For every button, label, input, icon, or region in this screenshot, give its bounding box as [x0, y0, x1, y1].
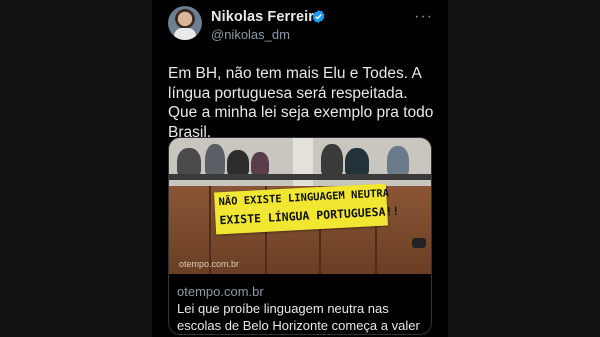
link-headline[interactable]: Lei que proíbe linguagem neutra nas esco… [177, 301, 425, 334]
author-name[interactable]: Nikolas Ferreira [211, 9, 322, 25]
verified-badge-icon [312, 9, 325, 24]
more-options-icon[interactable]: ··· [414, 8, 433, 26]
avatar[interactable] [168, 6, 202, 40]
tweet-text: Em BH, não tem mais Elu e Todes. A língu… [168, 65, 434, 141]
camera-icon [412, 238, 426, 248]
left-backdrop [0, 0, 152, 337]
link-preview-card[interactable]: NÃO EXISTE LINGUAGEM NEUTRA EXISTE LÍNGU… [168, 137, 432, 335]
protest-banner: NÃO EXISTE LINGUAGEM NEUTRA EXISTE LÍNGU… [214, 183, 400, 235]
tweet-card: Nikolas Ferreira @nikolas_dm ··· Em BH, … [152, 0, 448, 337]
banner-line2: EXISTE LÍNGUA PORTUGUESA!! [219, 203, 400, 228]
link-preview-image: NÃO EXISTE LINGUAGEM NEUTRA EXISTE LÍNGU… [169, 138, 431, 274]
link-domain: otempo.com.br [177, 284, 264, 299]
author-handle[interactable]: @nikolas_dm [211, 27, 290, 42]
image-watermark: otempo.com.br [179, 259, 240, 269]
right-backdrop [448, 0, 600, 337]
